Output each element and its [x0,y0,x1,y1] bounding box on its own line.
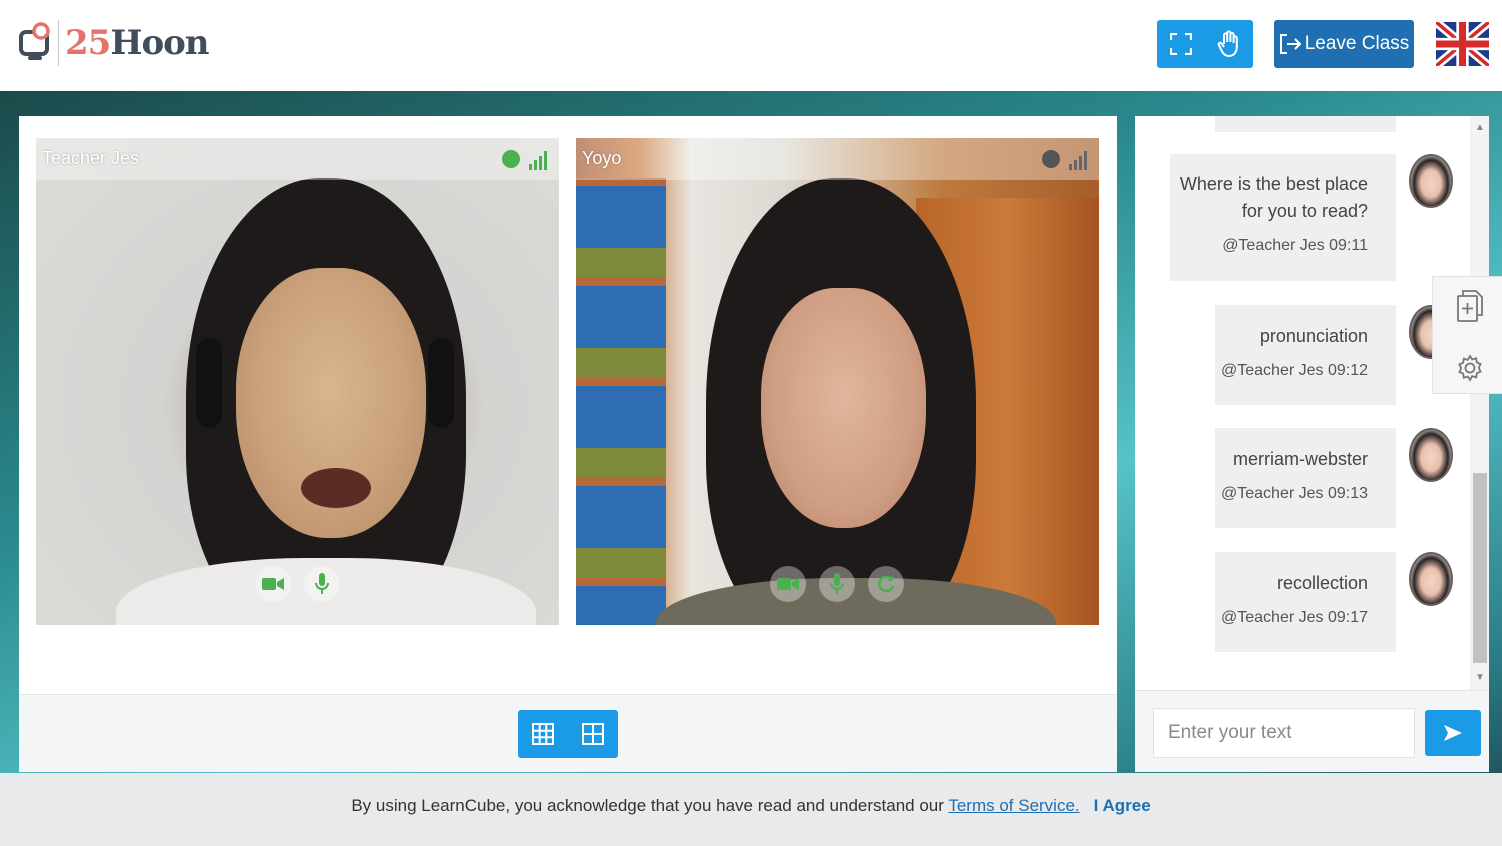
add-document-button[interactable] [1455,289,1485,323]
video-panel: Teacher Jes Yoyo [19,116,1117,772]
cookie-text: By using LearnCube, you acknowledge that… [351,796,949,815]
participant-name: Teacher Jes [42,148,140,168]
grid-3x3-icon [532,723,554,745]
cookie-consent-bar: By using LearnCube, you acknowledge that… [0,773,1502,846]
terms-of-service-link[interactable]: Terms of Service. [948,796,1079,815]
fullscreen-icon [1170,33,1192,55]
chat-message: merriam-webster @Teacher Jes 09:13 [1215,428,1396,528]
signal-strength-icon [1069,151,1087,170]
teacher-avatar [1409,428,1453,482]
chat-scrollbar-thumb[interactable] [1473,473,1487,663]
fullscreen-button[interactable] [1157,20,1205,68]
scroll-up-arrow-icon[interactable]: ▲ [1474,122,1486,133]
hand-icon [1217,30,1238,57]
top-bar: 25Hoon Leave Class [0,0,1502,91]
refresh-icon [878,575,895,593]
add-document-icon [1457,290,1483,322]
microphone-toggle-button[interactable] [304,566,340,602]
microphone-icon [830,573,844,594]
online-status-icon [502,150,520,168]
chat-message: Where is the best place for you to read?… [1170,154,1396,281]
microphone-icon [315,573,329,594]
video-camera-icon [262,578,284,590]
video-layout-bar [19,694,1117,772]
grid-2x2-icon [582,723,604,745]
logo-text: 25Hoon [65,23,210,63]
video-tile-teacher: Teacher Jes [36,138,559,625]
chat-message: recollection @Teacher Jes 09:17 [1215,552,1396,652]
monitor-logo-icon [19,22,50,60]
leave-class-button[interactable]: Leave Class [1274,20,1414,68]
chat-compose-bar [1135,690,1489,772]
settings-button[interactable] [1455,351,1485,385]
send-button[interactable] [1425,710,1481,756]
participant-name: Yoyo [582,148,622,168]
student-video-feed [656,178,1056,625]
exit-icon [1279,34,1301,54]
leave-class-label: Leave Class [1304,33,1410,54]
teacher-video-feed [116,178,536,625]
microphone-toggle-button[interactable] [819,566,855,602]
online-status-icon [1042,150,1060,168]
chat-message-partial [1215,116,1396,132]
class-tools [1157,20,1253,68]
grid-3x3-layout-button[interactable] [518,710,568,758]
grid-2x2-layout-button[interactable] [568,710,618,758]
gear-icon [1458,354,1482,382]
teacher-avatar [1409,154,1453,208]
teacher-avatar [1409,552,1453,606]
camera-toggle-button[interactable] [770,566,806,602]
layout-switcher [518,710,618,758]
uk-flag-icon[interactable] [1436,22,1489,66]
chat-panel: Where is the best place for you to read?… [1135,116,1489,772]
chat-message: pronunciation @Teacher Jes 09:12 [1215,305,1396,405]
video-camera-icon [777,578,799,590]
camera-toggle-button[interactable] [255,566,291,602]
logo: 25Hoon [18,18,210,68]
agree-button[interactable]: I Agree [1094,796,1151,815]
refresh-button[interactable] [868,566,904,602]
send-icon [1444,725,1462,741]
signal-strength-icon [529,151,547,170]
scroll-down-arrow-icon[interactable]: ▼ [1474,672,1486,683]
video-tile-student: Yoyo [576,138,1099,625]
chat-input[interactable] [1153,708,1415,758]
side-toolbar [1432,276,1502,394]
raise-hand-button[interactable] [1205,20,1253,68]
